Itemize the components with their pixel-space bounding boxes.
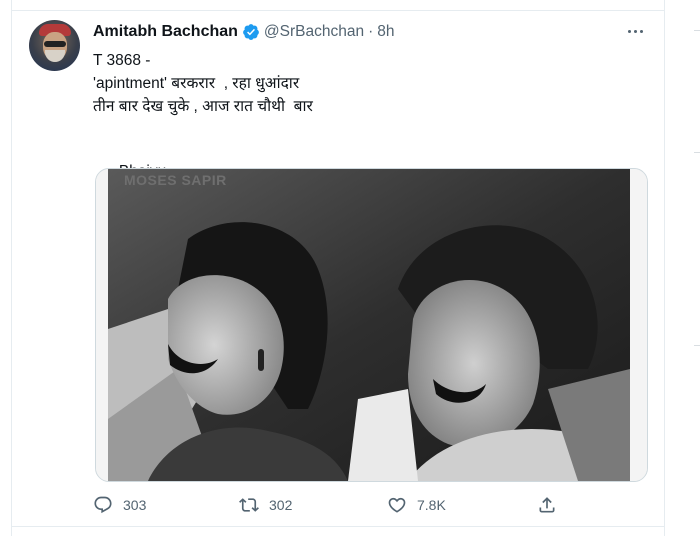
photo-watermark: MOSES SAPIR	[124, 172, 227, 188]
retweet-button[interactable]: 302	[239, 492, 292, 518]
tweet-text-line: तीन बार देख चुके , आज रात चौथी बार	[93, 98, 313, 115]
tweet-top-divider	[11, 10, 665, 11]
author-name[interactable]: Amitabh Bachchan	[93, 23, 238, 41]
share-button[interactable]	[537, 492, 557, 518]
like-button[interactable]: 7.8K	[387, 492, 446, 518]
retweet-icon	[239, 498, 259, 512]
verified-badge-icon	[243, 24, 259, 40]
sidebar-edge-line	[694, 30, 700, 31]
tweet-text-line: T 3868 -	[93, 52, 151, 69]
separator-dot: ·	[368, 23, 374, 40]
tweet-header: Amitabh Bachchan @SrBachchan · 8h	[93, 22, 395, 42]
more-options-icon[interactable]	[622, 22, 648, 40]
sidebar-edge-line	[694, 345, 700, 346]
tweet-timestamp[interactable]: 8h	[377, 23, 394, 41]
sidebar-edge-line	[694, 152, 700, 153]
tweet-text: T 3868 - 'apintment' बरकरार , रहा धुआंदा…	[93, 49, 633, 199]
heart-icon	[388, 497, 406, 513]
retweet-count: 302	[269, 497, 293, 513]
timeline-left-border	[11, 0, 12, 536]
author-handle[interactable]: @SrBachchan	[264, 23, 364, 41]
reply-button[interactable]: 303	[93, 492, 146, 518]
tweet-media[interactable]: MOSES SAPIR	[95, 168, 648, 482]
like-count: 7.8K	[417, 497, 446, 513]
share-icon	[539, 497, 555, 513]
tweet-action-bar: 303 302 7.8K	[93, 492, 563, 518]
author-avatar[interactable]	[29, 20, 80, 71]
tweet-text-line: 'apintment' बरकरार , रहा धुआंदार	[93, 75, 300, 92]
reply-count: 303	[123, 497, 147, 513]
timeline-right-border	[664, 0, 665, 536]
reply-icon	[94, 496, 112, 514]
tweet-closing-line: Bhaiyu	[93, 137, 633, 199]
tweet-bottom-divider	[11, 526, 665, 527]
tweet-photo[interactable]	[108, 169, 630, 481]
